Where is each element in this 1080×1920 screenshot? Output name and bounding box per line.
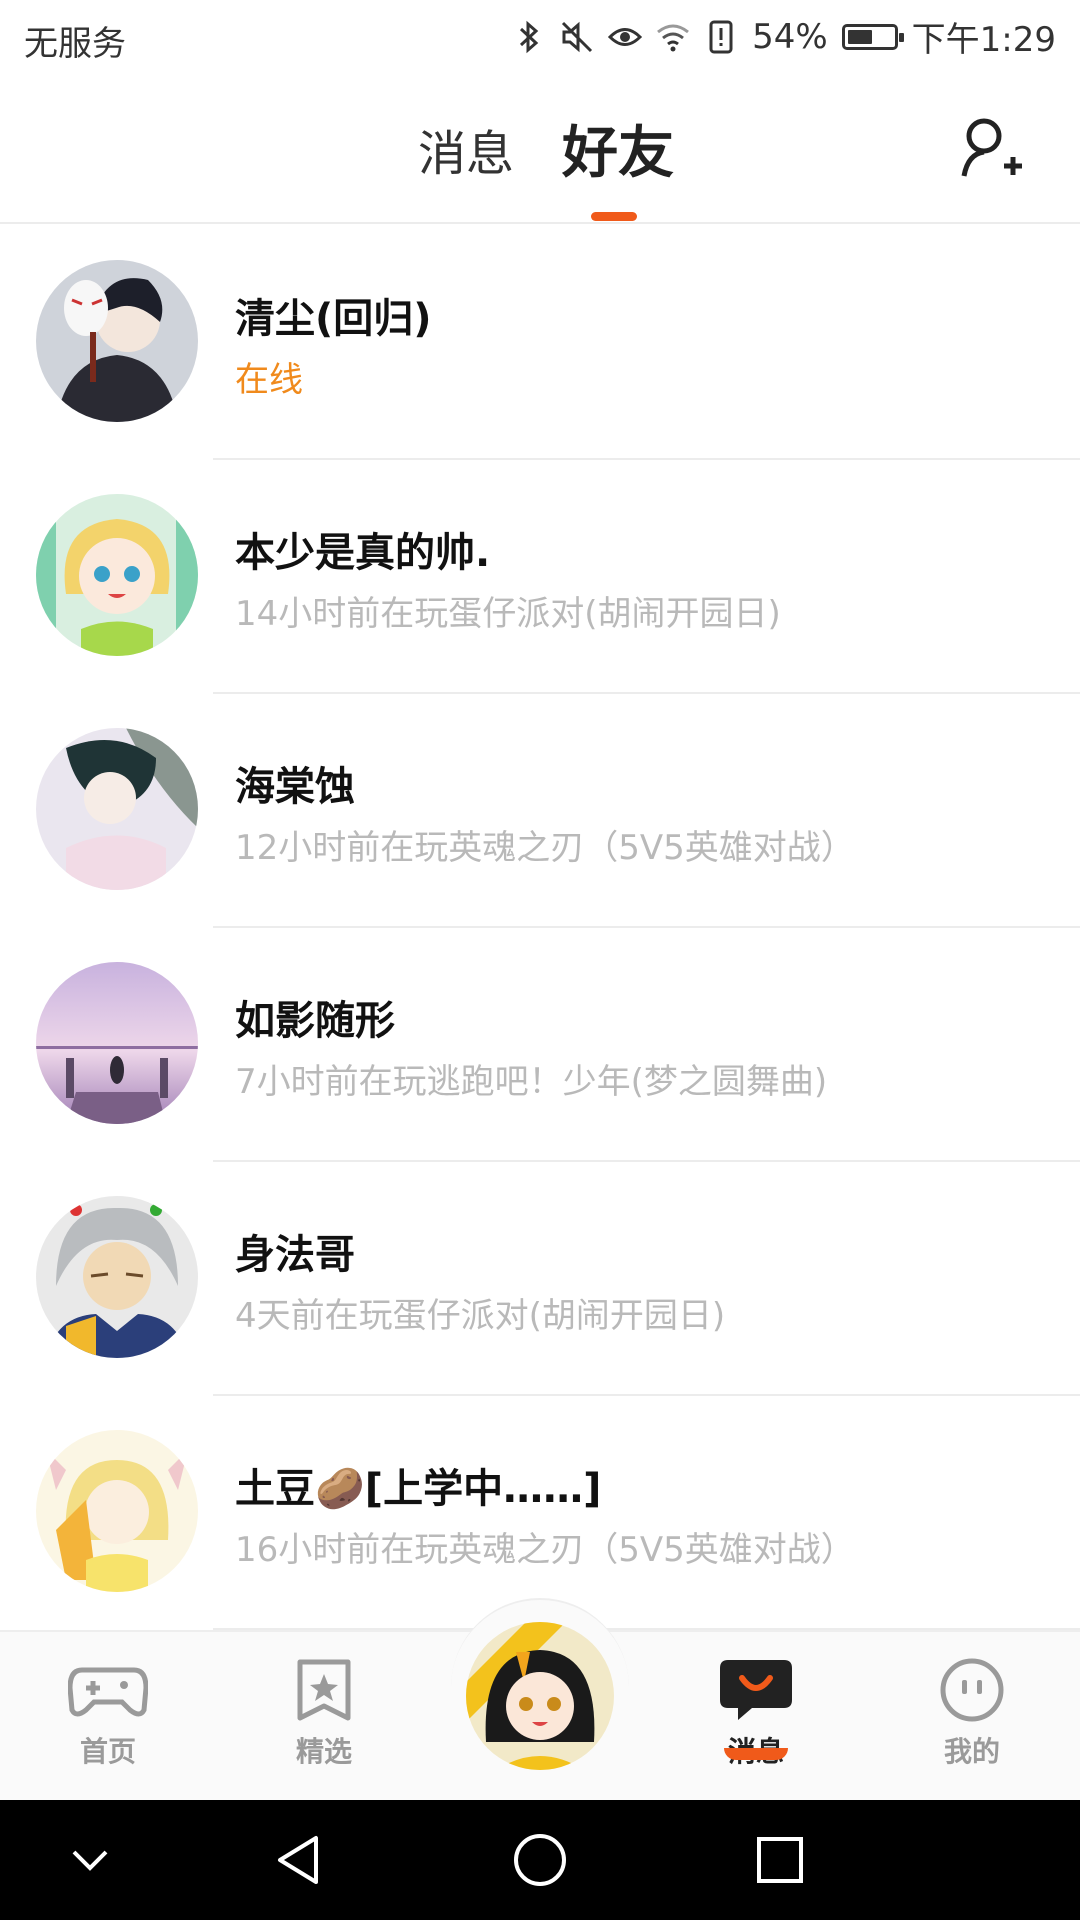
friend-status: 16小时前在玩英魂之刃（5V5英雄对战） — [235, 1530, 855, 1570]
friend-list: 清尘(回归) 在线 本少是真的帅. 14小时前在玩蛋仔派对(胡闹开园日) 海棠蚀… — [0, 226, 1080, 1630]
tab-friends[interactable]: 好友 — [562, 108, 674, 189]
carrier-label: 无服务 — [24, 24, 126, 64]
friend-status: 14小时前在玩蛋仔派对(胡闹开园日) — [235, 594, 781, 634]
friend-name: 本少是真的帅. — [235, 530, 491, 576]
friend-row[interactable]: 如影随形 7小时前在玩逃跑吧！少年(梦之圆舞曲) — [0, 928, 1080, 1162]
friend-row[interactable]: 身法哥 4天前在玩蛋仔派对(胡闹开园日) — [0, 1162, 1080, 1396]
eye-icon — [608, 17, 643, 57]
add-friend-icon[interactable] — [960, 116, 1024, 184]
nav-label: 精选 — [295, 1735, 352, 1768]
mute-icon — [560, 17, 594, 57]
wifi-icon — [656, 17, 690, 57]
nav-featured[interactable]: 精选 — [264, 1658, 384, 1770]
friend-name: 海棠蚀 — [235, 764, 355, 810]
friend-row[interactable]: 清尘(回归) 在线 — [0, 226, 1080, 460]
status-bar: 无服务 54% 下午1:29 — [0, 0, 1080, 76]
avatar — [36, 728, 198, 890]
clock: 下午1:29 — [911, 20, 1056, 60]
avatar — [36, 260, 198, 422]
avatar — [36, 494, 198, 656]
home-circle-icon[interactable] — [510, 1830, 570, 1890]
nav-home[interactable]: 首页 — [48, 1658, 168, 1770]
friend-status: 在线 — [235, 360, 303, 400]
friend-row[interactable]: 土豆🥔[上学中……] 16小时前在玩英魂之刃（5V5英雄对战） — [0, 1396, 1080, 1630]
friend-name: 如影随形 — [235, 998, 395, 1044]
friend-status: 7小时前在玩逃跑吧！少年(梦之圆舞曲) — [235, 1062, 828, 1102]
active-tab-indicator — [591, 212, 637, 221]
chat-bubble-icon — [716, 1658, 796, 1722]
center-avatar-button[interactable] — [466, 1622, 614, 1770]
friend-name: 身法哥 — [235, 1232, 355, 1278]
avatar — [36, 1196, 198, 1358]
status-icons: 54% 下午1:29 — [512, 12, 1056, 61]
system-nav-bar — [0, 1800, 1080, 1920]
friend-status: 12小时前在玩英魂之刃（5V5英雄对战） — [235, 828, 855, 868]
bluetooth-icon — [512, 17, 546, 57]
battery-icon — [841, 23, 904, 50]
tab-messages[interactable]: 消息 — [418, 114, 514, 184]
friend-row[interactable]: 海棠蚀 12小时前在玩英魂之刃（5V5英雄对战） — [0, 694, 1080, 928]
battery-percent: 54% — [752, 16, 828, 57]
avatar — [36, 1430, 198, 1592]
avatar — [36, 962, 198, 1124]
friend-row[interactable]: 本少是真的帅. 14小时前在玩蛋仔派对(胡闹开园日) — [0, 460, 1080, 694]
profile-face-icon — [932, 1658, 1012, 1722]
nav-label: 首页 — [79, 1735, 136, 1768]
gamepad-icon — [67, 1658, 149, 1722]
top-header: 消息 好友 — [0, 76, 1080, 224]
nav-profile[interactable]: 我的 — [912, 1658, 1032, 1770]
friend-name: 清尘(回归) — [235, 296, 432, 342]
nav-label: 我的 — [943, 1735, 1000, 1768]
friend-status: 4天前在玩蛋仔派对(胡闹开园日) — [235, 1296, 726, 1336]
active-nav-indicator — [724, 1748, 788, 1760]
chevron-down-icon[interactable] — [60, 1830, 120, 1890]
battery-fill — [847, 29, 872, 44]
back-icon[interactable] — [270, 1830, 330, 1890]
recents-square-icon[interactable] — [750, 1830, 810, 1890]
friend-name: 土豆🥔[上学中……] — [235, 1466, 602, 1512]
star-bookmark-icon — [284, 1658, 364, 1722]
alert-icon — [704, 17, 738, 57]
